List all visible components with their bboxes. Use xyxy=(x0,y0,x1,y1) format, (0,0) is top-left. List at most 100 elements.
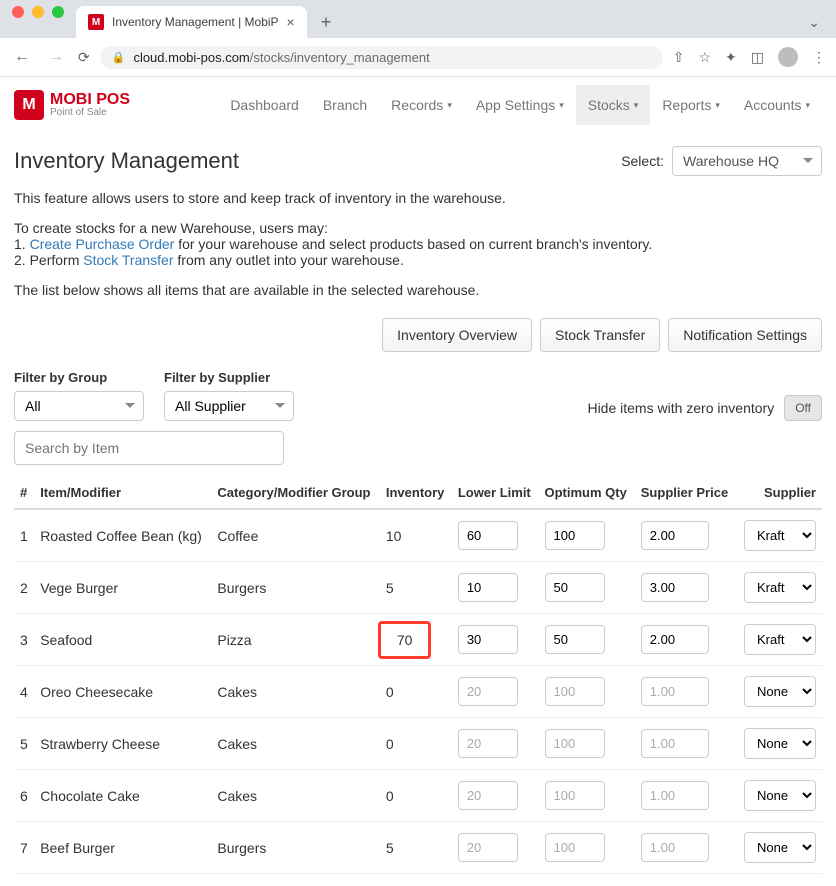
supplier-price-input[interactable] xyxy=(641,833,709,862)
cell-item: Chocolate Cake xyxy=(34,770,211,822)
warehouse-select-label: Select: xyxy=(621,153,664,169)
supplier-select[interactable]: Kraft xyxy=(744,520,816,551)
filter-supplier-select[interactable]: All Supplier xyxy=(164,391,294,421)
col-supplier: Supplier xyxy=(736,477,822,509)
optimum-qty-input[interactable] xyxy=(545,521,605,550)
inventory-highlight: 70 xyxy=(378,621,432,659)
nav-accounts[interactable]: Accounts▾ xyxy=(732,85,822,125)
main-nav: DashboardBranchRecords▾App Settings▾Stoc… xyxy=(218,85,822,125)
inventory-overview-button[interactable]: Inventory Overview xyxy=(382,318,532,352)
lower-limit-input[interactable] xyxy=(458,521,518,550)
new-tab-button[interactable]: + xyxy=(313,8,340,37)
app-header: M MOBI POS Point of Sale DashboardBranch… xyxy=(0,77,836,134)
lower-limit-input[interactable] xyxy=(458,625,518,654)
supplier-price-input[interactable] xyxy=(641,729,709,758)
cell-num: 7 xyxy=(14,822,34,874)
cell-inventory: 70 xyxy=(380,614,452,666)
optimum-qty-input[interactable] xyxy=(545,625,605,654)
menu-icon[interactable]: ⋮ xyxy=(812,49,826,66)
cell-inventory: 5 xyxy=(380,822,452,874)
panel-icon[interactable]: ◫ xyxy=(751,49,764,66)
filter-group-select[interactable]: All xyxy=(14,391,144,421)
optimum-qty-input[interactable] xyxy=(545,833,605,862)
share-icon[interactable]: ⇧ xyxy=(673,49,685,66)
nav-dashboard[interactable]: Dashboard xyxy=(218,85,311,125)
nav-stocks[interactable]: Stocks▾ xyxy=(576,85,651,125)
col-item: Item/Modifier xyxy=(34,477,211,509)
search-input[interactable] xyxy=(14,431,284,465)
lower-limit-input[interactable] xyxy=(458,729,518,758)
optimum-qty-input[interactable] xyxy=(545,781,605,810)
supplier-select[interactable]: None xyxy=(744,832,816,863)
optimum-qty-input[interactable] xyxy=(545,729,605,758)
supplier-select[interactable]: None xyxy=(744,728,816,759)
forward-button[interactable]: → xyxy=(44,44,68,70)
lower-limit-input[interactable] xyxy=(458,781,518,810)
col-lower: Lower Limit xyxy=(452,477,539,509)
supplier-price-input[interactable] xyxy=(641,781,709,810)
cell-num: 3 xyxy=(14,614,34,666)
supplier-price-input[interactable] xyxy=(641,677,709,706)
warehouse-select[interactable]: Warehouse HQ xyxy=(672,146,822,176)
table-row: 4 Oreo Cheesecake Cakes 0 None xyxy=(14,666,822,718)
cell-inventory: 0 xyxy=(380,770,452,822)
cell-inventory: 10 xyxy=(380,509,452,562)
table-row: 2 Vege Burger Burgers 5 Kraft xyxy=(14,562,822,614)
supplier-select[interactable]: None xyxy=(744,780,816,811)
caret-down-icon: ▾ xyxy=(805,100,810,111)
cell-inventory: 0 xyxy=(380,666,452,718)
url-host: cloud.mobi-pos.com xyxy=(133,50,249,65)
browser-tab[interactable]: M Inventory Management | MobiP × xyxy=(76,6,307,38)
caret-down-icon: ▾ xyxy=(447,100,452,111)
supplier-price-input[interactable] xyxy=(641,573,709,602)
table-row: 1 Roasted Coffee Bean (kg) Coffee 10 Kra… xyxy=(14,509,822,562)
supplier-select[interactable]: Kraft xyxy=(744,572,816,603)
cell-num: 4 xyxy=(14,666,34,718)
logo[interactable]: M MOBI POS Point of Sale xyxy=(14,90,130,120)
optimum-qty-input[interactable] xyxy=(545,573,605,602)
hide-zero-label: Hide items with zero inventory xyxy=(587,400,774,416)
nav-branch[interactable]: Branch xyxy=(311,85,379,125)
supplier-price-input[interactable] xyxy=(641,521,709,550)
favicon-icon: M xyxy=(88,14,104,30)
logo-sub: Point of Sale xyxy=(50,108,130,118)
create-po-link[interactable]: Create Purchase Order xyxy=(30,236,175,252)
inventory-table: # Item/Modifier Category/Modifier Group … xyxy=(14,477,822,874)
tab-close-icon[interactable]: × xyxy=(287,14,295,30)
back-button[interactable]: ← xyxy=(10,44,34,70)
cell-item: Roasted Coffee Bean (kg) xyxy=(34,509,211,562)
reload-button[interactable]: ⟳ xyxy=(78,49,90,66)
supplier-select[interactable]: Kraft xyxy=(744,624,816,655)
supplier-select[interactable]: None xyxy=(744,676,816,707)
stock-transfer-button[interactable]: Stock Transfer xyxy=(540,318,660,352)
cell-category: Cakes xyxy=(211,770,380,822)
cell-category: Burgers xyxy=(211,562,380,614)
col-category: Category/Modifier Group xyxy=(211,477,380,509)
table-row: 6 Chocolate Cake Cakes 0 None xyxy=(14,770,822,822)
nav-reports[interactable]: Reports▾ xyxy=(650,85,732,125)
cell-num: 1 xyxy=(14,509,34,562)
hide-zero-toggle[interactable]: Off xyxy=(784,395,822,421)
nav-records[interactable]: Records▾ xyxy=(379,85,464,125)
notification-settings-button[interactable]: Notification Settings xyxy=(668,318,822,352)
supplier-price-input[interactable] xyxy=(641,625,709,654)
cell-category: Cakes xyxy=(211,666,380,718)
optimum-qty-input[interactable] xyxy=(545,677,605,706)
extensions-icon[interactable]: ✦ xyxy=(725,49,737,66)
address-bar[interactable]: 🔒 cloud.mobi-pos.com/stocks/inventory_ma… xyxy=(100,46,663,69)
cell-item: Beef Burger xyxy=(34,822,211,874)
cell-category: Cakes xyxy=(211,718,380,770)
caret-down-icon: ▾ xyxy=(634,100,639,111)
nav-app-settings[interactable]: App Settings▾ xyxy=(464,85,576,125)
browser-chrome: M Inventory Management | MobiP × + ⌄ ← →… xyxy=(0,0,836,77)
lower-limit-input[interactable] xyxy=(458,677,518,706)
lower-limit-input[interactable] xyxy=(458,833,518,862)
stock-transfer-link[interactable]: Stock Transfer xyxy=(83,252,173,268)
intro-text: This feature allows users to store and k… xyxy=(14,190,822,298)
lower-limit-input[interactable] xyxy=(458,573,518,602)
bookmark-icon[interactable]: ☆ xyxy=(698,49,711,66)
chevron-down-icon[interactable]: ⌄ xyxy=(800,10,828,35)
cell-category: Burgers xyxy=(211,822,380,874)
profile-avatar[interactable] xyxy=(778,47,798,67)
col-optimum: Optimum Qty xyxy=(539,477,635,509)
